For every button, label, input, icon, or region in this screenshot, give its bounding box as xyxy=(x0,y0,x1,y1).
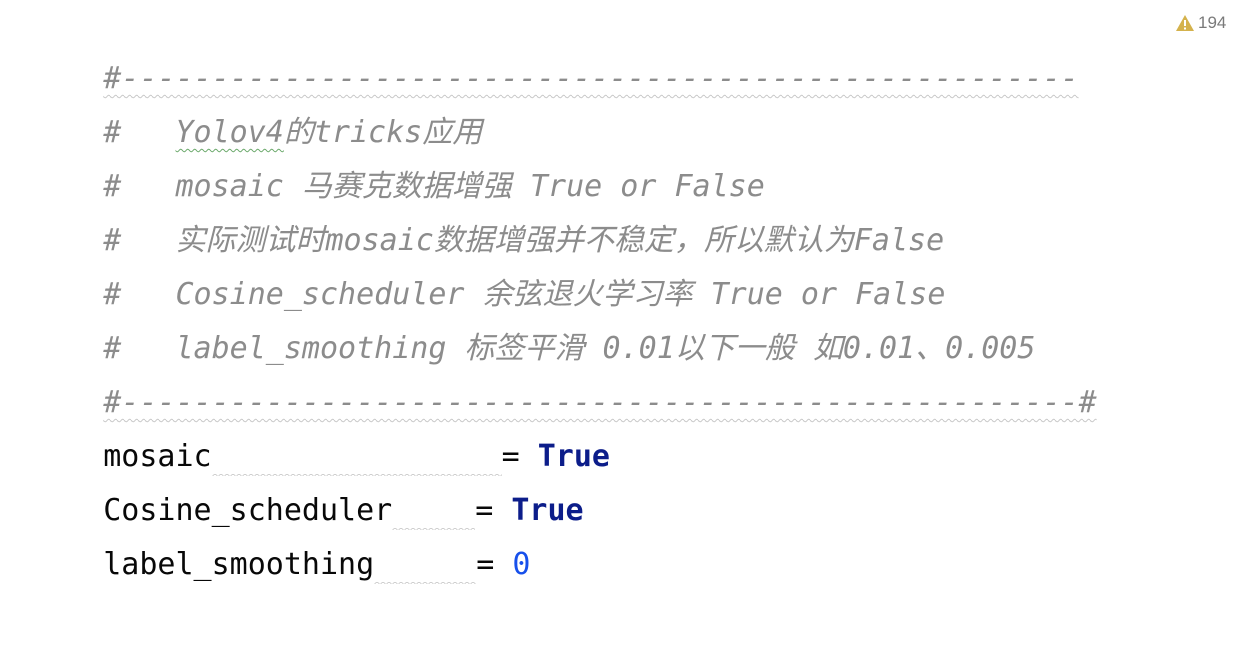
code-line-label-smoothing[interactable]: label_smoothing = 0 xyxy=(31,484,530,584)
comment-top-rule[interactable]: #---------------------------------------… xyxy=(31,0,1078,96)
comment-line-4[interactable]: # Cosine_scheduler 余弦退火学习率 True or False xyxy=(31,214,945,312)
comment-line-3[interactable]: # 实际测试时mosaic数据增强并不稳定，所以默认为False xyxy=(31,160,944,258)
code-editor[interactable]: 194 #-----------------------------------… xyxy=(0,0,1240,584)
alignment-padding xyxy=(374,538,477,592)
comment-line-5[interactable]: # label_smoothing 标签平滑 0.01以下一般 如0.01、0.… xyxy=(31,268,1035,366)
value-number: 0 xyxy=(512,547,531,582)
warning-count: 194 xyxy=(1198,13,1227,32)
comment-line-1[interactable]: # Yolov4的tricks应用 xyxy=(31,52,482,150)
code-line-mosaic[interactable]: mosaic = True xyxy=(31,376,610,476)
inspection-warning-indicator[interactable]: 194 xyxy=(1175,8,1226,38)
comment-line-2[interactable]: # mosaic 马赛克数据增强 True or False xyxy=(31,106,765,204)
assign-operator: = xyxy=(476,547,495,582)
code-line-cosine-scheduler[interactable]: Cosine_scheduler = True xyxy=(31,430,584,530)
warning-triangle-icon xyxy=(1176,15,1194,31)
variable-name: label_smoothing xyxy=(103,547,375,582)
comment-bottom-rule[interactable]: #---------------------------------------… xyxy=(31,322,1096,420)
